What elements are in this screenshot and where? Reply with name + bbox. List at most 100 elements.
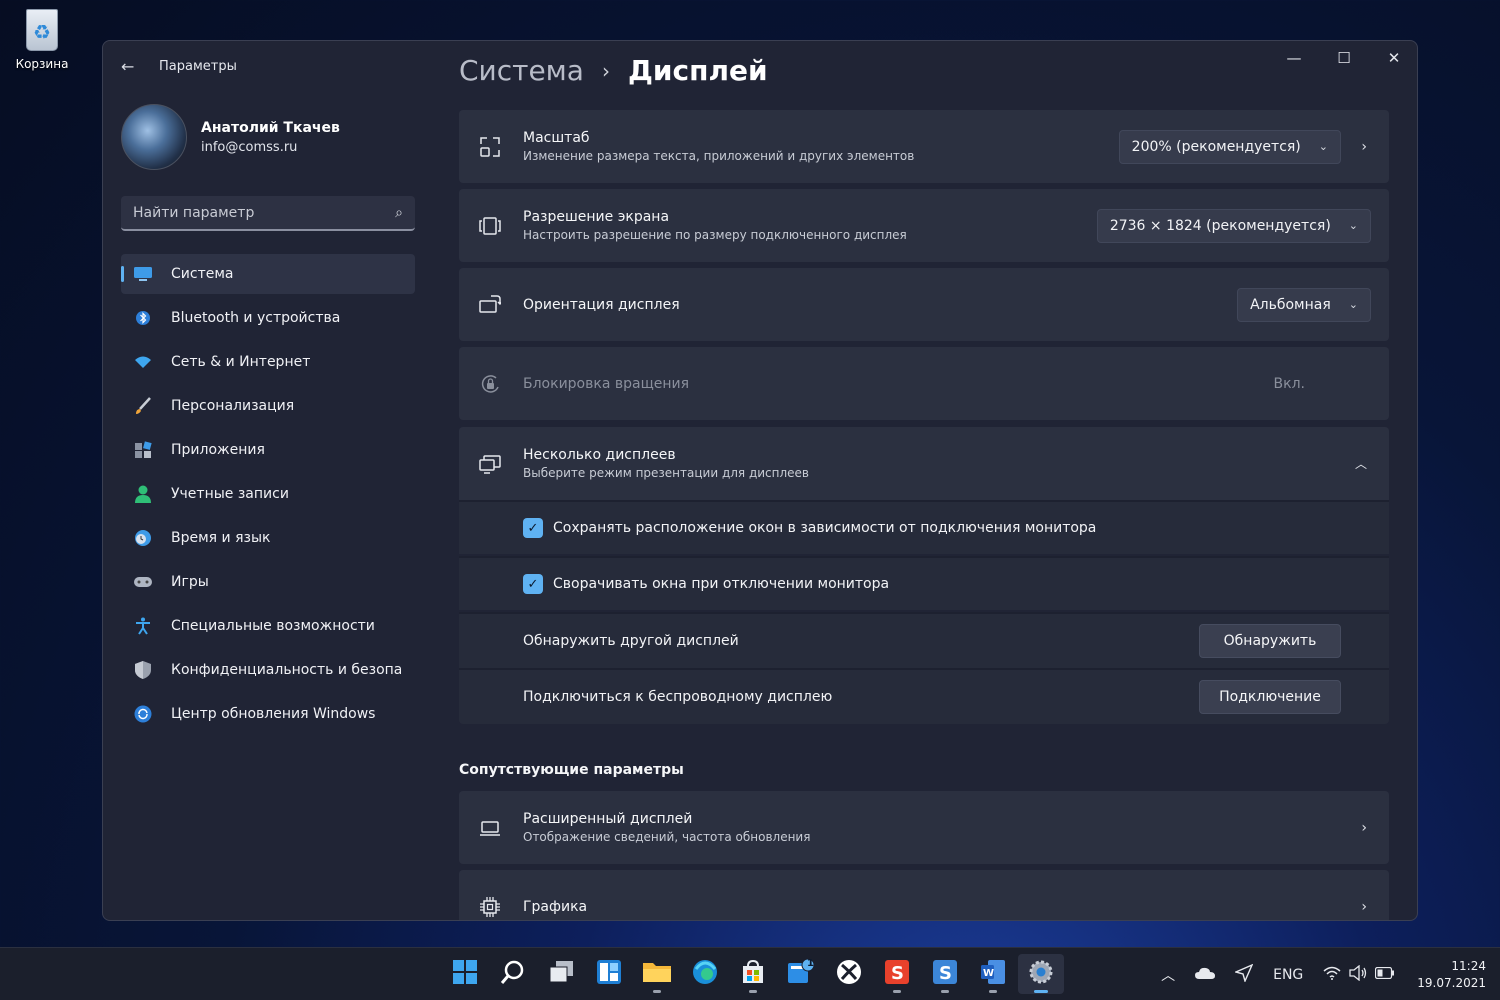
chevron-down-icon: ⌄ (1348, 219, 1358, 232)
wifi-icon[interactable] (1323, 966, 1341, 984)
resolution-title: Разрешение экрана (523, 209, 670, 225)
chevron-up-icon[interactable]: ︿ (1161, 965, 1175, 985)
sidebar-item-system[interactable]: Система (121, 254, 415, 294)
avatar[interactable] (121, 104, 187, 170)
running-indicator (989, 990, 997, 993)
remember-windows-checkbox[interactable]: ✓ (523, 518, 543, 538)
rotation-lock-title: Блокировка вращения (523, 375, 690, 392)
app-s-blue-button[interactable]: S (922, 954, 968, 994)
sidebar-item-accessibility[interactable]: Специальные возможности (121, 606, 415, 646)
detect-display-row: Обнаружить другой дисплей Обнаружить (459, 612, 1389, 668)
xbox-button[interactable] (826, 954, 872, 994)
volume-icon[interactable] (1349, 964, 1367, 985)
clock[interactable]: 11:24 19.07.2021 (1417, 958, 1486, 992)
wireless-display-label: Подключиться к беспроводному дисплею (523, 689, 833, 705)
svg-text:S: S (939, 963, 952, 984)
language-indicator[interactable]: ENG (1273, 967, 1303, 983)
explorer-icon (643, 960, 671, 988)
chevron-up-icon[interactable]: ︿ (1355, 455, 1367, 472)
notification-app-button[interactable]: 1 (778, 954, 824, 994)
scale-dropdown[interactable]: 200% (рекомендуется) ⌄ (1118, 129, 1341, 164)
resolution-subtitle: Настроить разрешение по размеру подключе… (523, 228, 907, 242)
gamepad-icon (133, 572, 153, 592)
user-profile[interactable]: Анатолий Ткачев info@comss.ru (121, 104, 340, 170)
orientation-title: Ориентация дисплея (523, 296, 680, 313)
sidebar: ← Параметры Анатолий Ткачев info@comss.r… (103, 41, 433, 920)
settings-taskbar-button[interactable] (1018, 954, 1064, 994)
graphics-setting[interactable]: Графика › (459, 870, 1389, 920)
minimize-button[interactable]: — (1269, 41, 1319, 75)
word-button[interactable]: W (970, 954, 1016, 994)
orientation-value: Альбомная (1250, 296, 1331, 313)
search-input[interactable]: Найти параметр ⌕ (121, 196, 415, 231)
accessibility-icon (133, 616, 153, 636)
settings-window: ← Параметры Анатолий Ткачев info@comss.r… (102, 40, 1418, 921)
sidebar-nav: Система Bluetooth и устройства Сеть & и … (121, 254, 415, 738)
chevron-right-icon[interactable]: › (1361, 899, 1367, 915)
rotation-lock-setting: Блокировка вращения Вкл. (459, 347, 1389, 420)
scale-title: Масштаб (523, 130, 590, 146)
sidebar-item-privacy[interactable]: Конфиденциальность и безопасность (121, 650, 415, 690)
sidebar-item-accounts[interactable]: Учетные записи (121, 474, 415, 514)
search-icon[interactable]: ⌕ (395, 205, 403, 221)
sidebar-item-time-language[interactable]: Время и язык (121, 518, 415, 558)
running-indicator (1034, 990, 1048, 993)
multiple-displays-setting[interactable]: Несколько дисплеев Выберите режим презен… (459, 427, 1389, 500)
svg-text:S: S (891, 963, 904, 984)
start-button[interactable] (442, 954, 488, 994)
widgets-button[interactable] (586, 954, 632, 994)
sidebar-item-bluetooth[interactable]: Bluetooth и устройства (121, 298, 415, 338)
resolution-dropdown[interactable]: 2736 × 1824 (рекомендуется) ⌄ (1096, 208, 1371, 243)
chevron-down-icon: ⌄ (1348, 298, 1358, 311)
remember-windows-row: ✓ Сохранять расположение окон в зависимо… (459, 500, 1389, 554)
connect-button[interactable]: Подключение (1199, 680, 1341, 714)
taskbar-search-button[interactable] (490, 954, 536, 994)
back-arrow-icon[interactable]: ← (121, 57, 143, 76)
clock-date: 19.07.2021 (1417, 975, 1486, 990)
sidebar-item-label: Персонализация (171, 398, 295, 414)
close-button[interactable]: ✕ (1369, 41, 1417, 75)
edge-icon (692, 959, 718, 989)
system-icon (133, 264, 153, 284)
minimize-windows-label: Сворачивать окна при отключении монитора (553, 576, 890, 592)
sidebar-item-windows-update[interactable]: Центр обновления Windows (121, 694, 415, 734)
sidebar-item-label: Время и язык (171, 530, 271, 546)
chevron-down-icon: ⌄ (1318, 140, 1328, 153)
sidebar-item-network[interactable]: Сеть & и Интернет (121, 342, 415, 382)
scale-setting[interactable]: Масштаб Изменение размера текста, прилож… (459, 110, 1389, 183)
profile-name: Анатолий Ткачев (201, 119, 340, 136)
onedrive-icon[interactable] (1195, 967, 1216, 983)
orientation-dropdown[interactable]: Альбомная ⌄ (1237, 287, 1371, 322)
advanced-display-title: Расширенный дисплей (523, 811, 693, 827)
app-s-red-icon: S (884, 959, 910, 989)
battery-icon[interactable] (1375, 966, 1395, 983)
minimize-windows-checkbox[interactable]: ✓ (523, 574, 543, 594)
bluetooth-icon (133, 308, 153, 328)
file-explorer-button[interactable] (634, 954, 680, 994)
detect-button[interactable]: Обнаружить (1199, 624, 1341, 658)
maximize-button[interactable]: ☐ (1319, 41, 1369, 75)
task-view-button[interactable] (538, 954, 584, 994)
chip-icon (479, 896, 501, 918)
location-icon[interactable] (1234, 963, 1254, 986)
chevron-right-icon[interactable]: › (1361, 820, 1367, 836)
store-button[interactable] (730, 954, 776, 994)
task-view-icon (548, 959, 574, 989)
edge-button[interactable] (682, 954, 728, 994)
sidebar-item-apps[interactable]: Приложения (121, 430, 415, 470)
recycle-bin-shortcut[interactable]: Корзина (8, 5, 76, 71)
main-content: Система › Дисплей — ☐ ✕ Масштаб Изменени… (459, 41, 1417, 920)
word-icon: W (980, 959, 1006, 989)
app-s-red-button[interactable]: S (874, 954, 920, 994)
advanced-display-setting[interactable]: Расширенный дисплей Отображение сведений… (459, 791, 1389, 864)
remember-windows-label: Сохранять расположение окон в зависимост… (553, 520, 1097, 536)
breadcrumb-parent[interactable]: Система (459, 54, 584, 87)
sidebar-item-label: Сеть & и Интернет (171, 354, 311, 370)
sidebar-item-gaming[interactable]: Игры (121, 562, 415, 602)
running-indicator (749, 990, 757, 993)
titlebar: ← Параметры (121, 57, 237, 76)
sidebar-item-personalization[interactable]: Персонализация (121, 386, 415, 426)
resolution-setting: Разрешение экрана Настроить разрешение п… (459, 189, 1389, 262)
system-tray: ︿ ENG 11:24 19.07.2021 (1161, 948, 1500, 1000)
chevron-right-icon[interactable]: › (1361, 139, 1367, 155)
